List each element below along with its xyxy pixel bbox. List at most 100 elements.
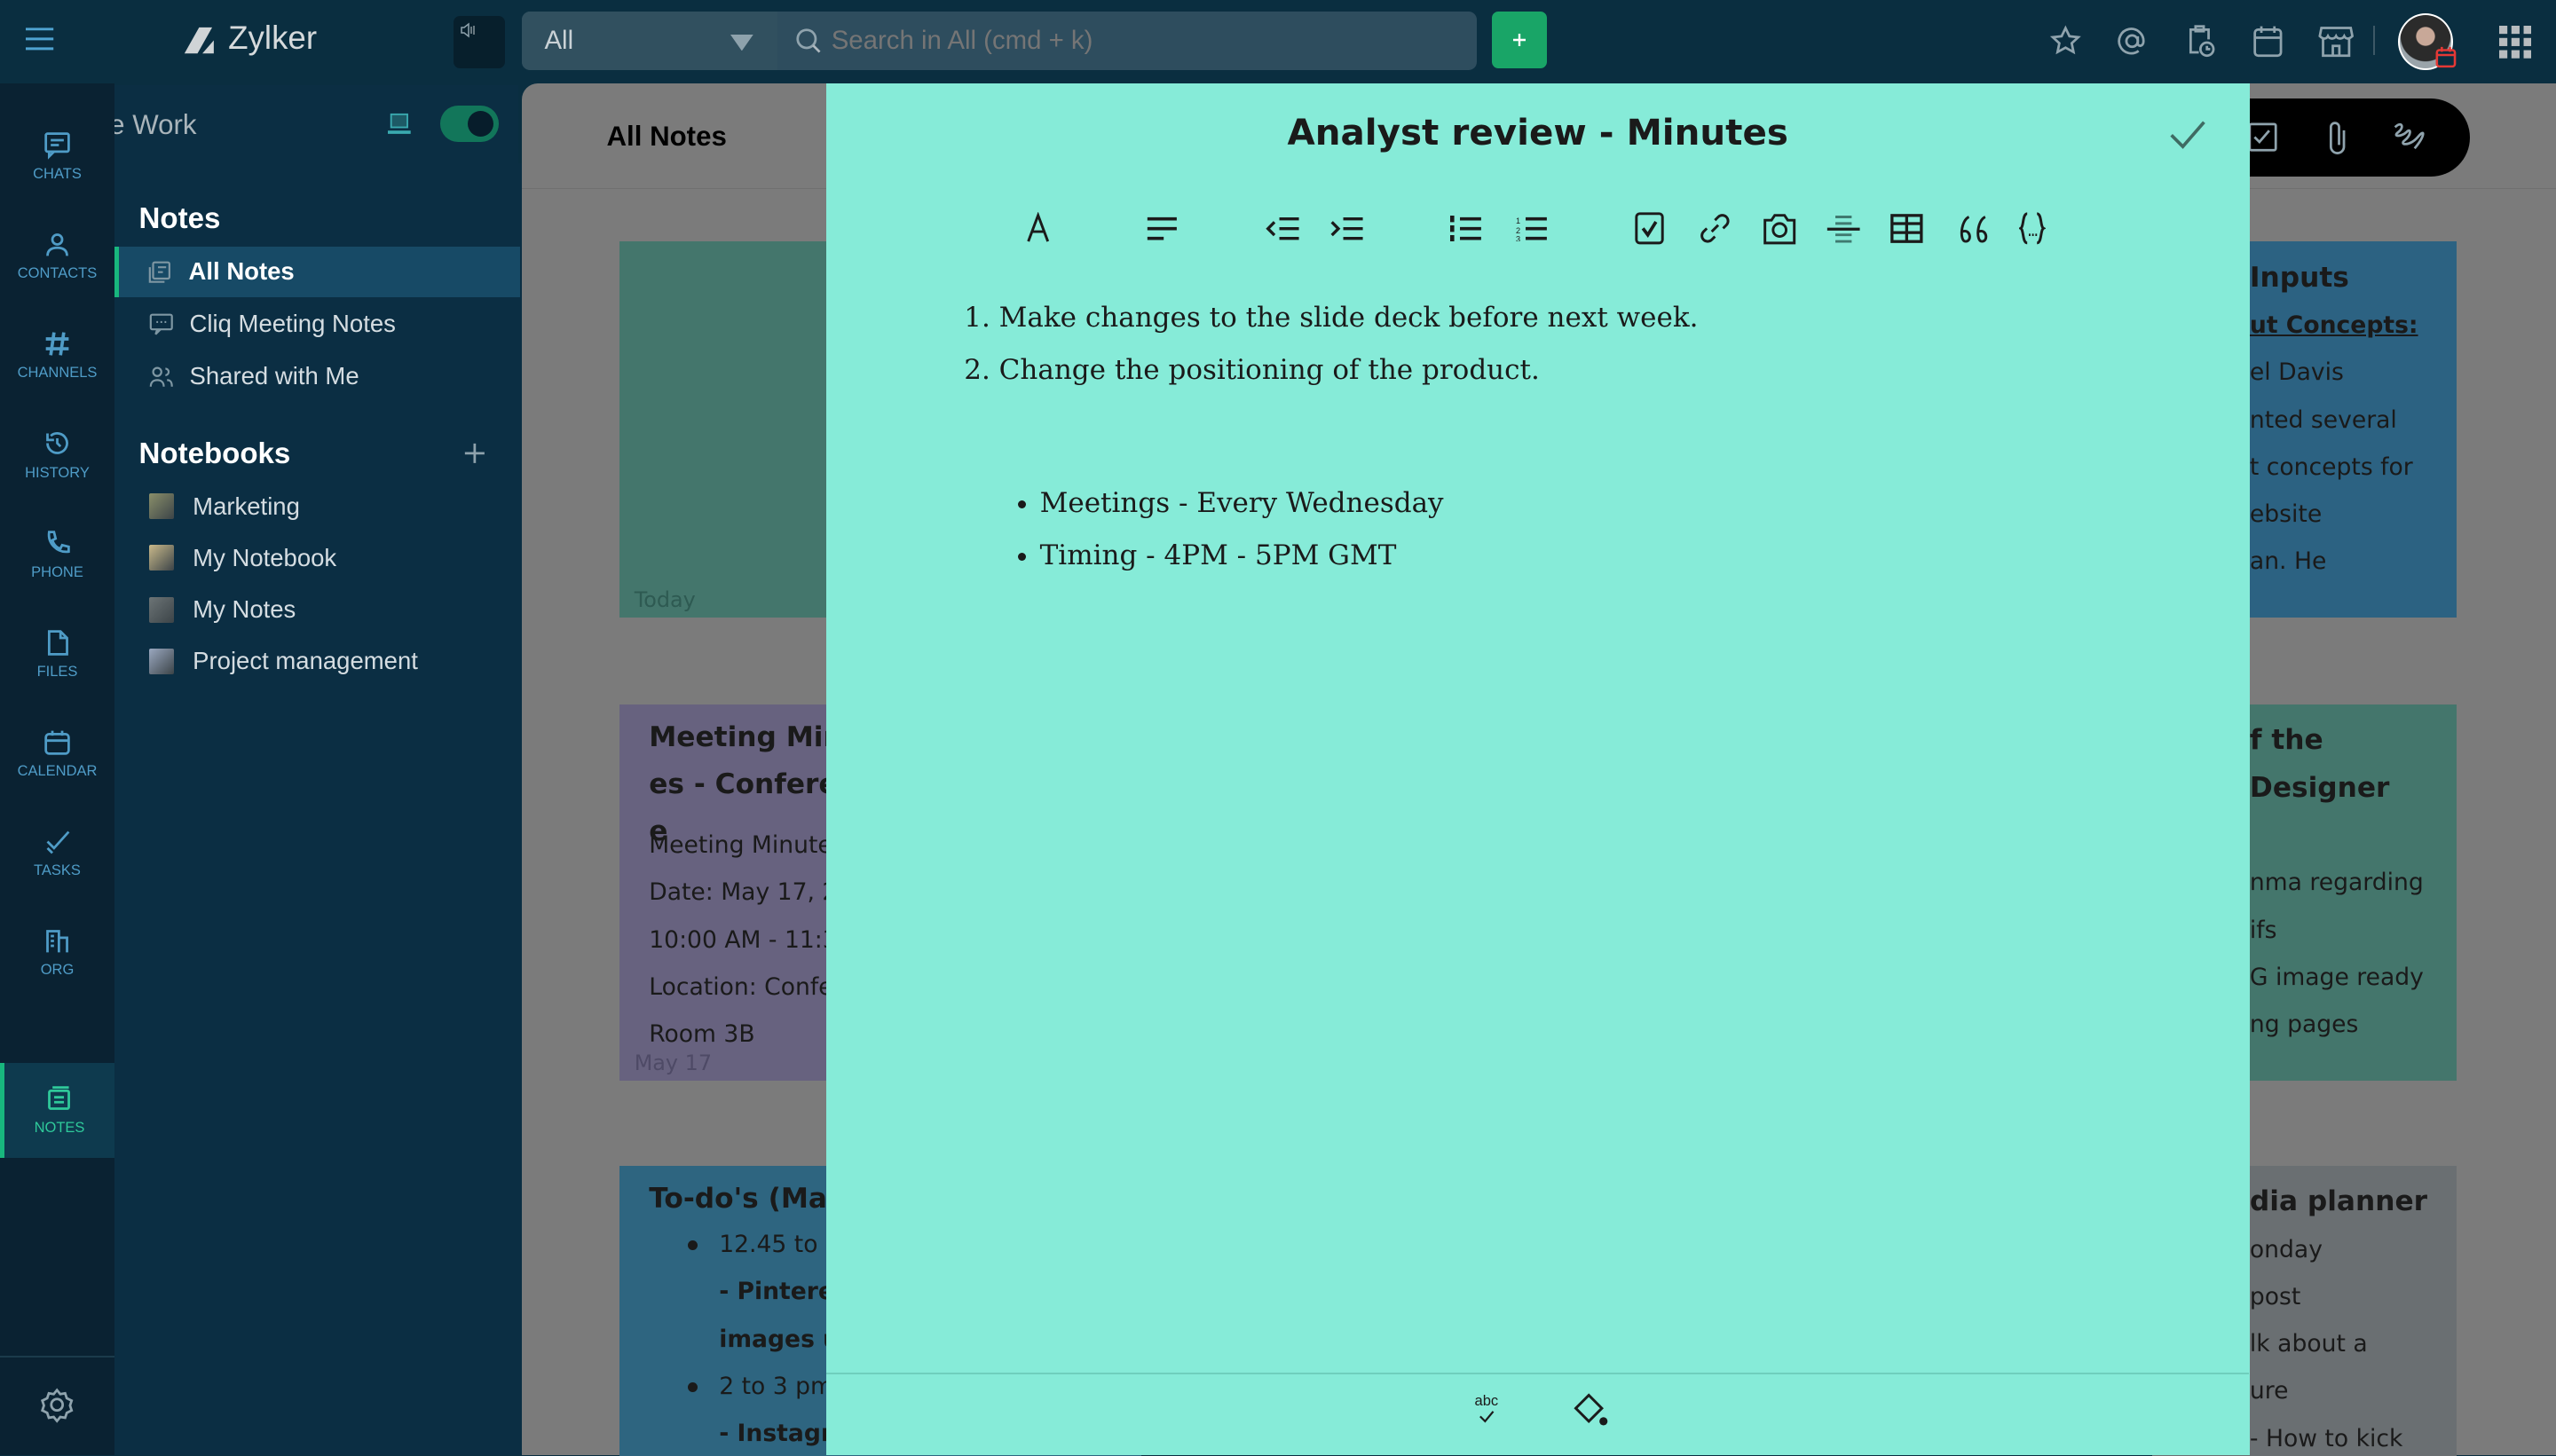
note-card-subtitle: ut Concepts: bbox=[2249, 311, 2418, 340]
add-notebook-button[interactable] bbox=[463, 442, 486, 465]
notebook-item[interactable]: Project management bbox=[114, 636, 520, 687]
rail-item-tasks[interactable]: TASKS bbox=[0, 806, 114, 901]
table-icon[interactable] bbox=[1890, 214, 1923, 243]
code-block-icon[interactable] bbox=[2019, 212, 2046, 245]
note-card-title: f the bbox=[2249, 724, 2323, 757]
notebook-item[interactable]: Marketing bbox=[114, 481, 520, 531]
org-icon bbox=[46, 929, 68, 953]
notebook-label: My Notes bbox=[193, 595, 296, 624]
calendar-icon[interactable] bbox=[2252, 23, 2284, 59]
note-card-line: G image ready bbox=[2249, 963, 2424, 991]
rail-item-history[interactable]: HISTORY bbox=[0, 408, 114, 503]
sidebar-item-cliq-meeting-notes[interactable]: Cliq Meeting Notes bbox=[114, 298, 520, 349]
note-card-line: Date: May 17, 2 bbox=[649, 878, 838, 907]
spellcheck-label: abc bbox=[1474, 1391, 1499, 1409]
sidebar-item-shared-with-me[interactable]: Shared with Me bbox=[114, 350, 520, 401]
bullet-list-icon[interactable] bbox=[1450, 215, 1483, 242]
indent-icon[interactable] bbox=[1329, 216, 1364, 241]
workspace-toggle[interactable] bbox=[439, 106, 499, 142]
checkbox-icon[interactable] bbox=[2248, 122, 2277, 152]
note-card-line: post bbox=[2249, 1282, 2301, 1310]
svg-text:3: 3 bbox=[1516, 234, 1520, 241]
list-item: Timing - 4PM - 5PM GMT bbox=[1040, 530, 1444, 582]
search-bar: All bbox=[521, 11, 1478, 70]
note-card-line: 12.45 to 1 bbox=[719, 1231, 840, 1259]
hamburger-menu-icon[interactable] bbox=[26, 28, 55, 51]
rail-item-org[interactable]: ORG bbox=[0, 905, 114, 1000]
notebook-label: My Notebook bbox=[193, 543, 337, 571]
rail-item-channels[interactable]: CHANNELS bbox=[0, 308, 114, 403]
camera-icon[interactable] bbox=[1762, 212, 1797, 245]
note-card-line: ebsite bbox=[2249, 500, 2323, 529]
note-card-line: onday bbox=[2249, 1235, 2323, 1263]
search-scope-value: All bbox=[544, 26, 574, 56]
spellcheck-button[interactable]: abc bbox=[1471, 1392, 1503, 1428]
divider bbox=[2373, 26, 2376, 56]
svg-text:1: 1 bbox=[1516, 216, 1520, 225]
note-card-line: 2 to 3 pm bbox=[719, 1372, 833, 1400]
list-item: Make changes to the slide deck before ne… bbox=[999, 292, 1699, 344]
done-checkmark-icon[interactable] bbox=[2168, 119, 2207, 152]
apps-grid-icon[interactable] bbox=[2498, 26, 2532, 59]
rail-item-chats[interactable]: CHATS bbox=[0, 109, 114, 204]
list-item: Meetings - Every Wednesday bbox=[1040, 477, 1444, 530]
speaker-icon bbox=[460, 22, 475, 38]
note-card-line: lk about a bbox=[2249, 1330, 2368, 1358]
create-button[interactable] bbox=[1491, 11, 1548, 69]
note-card-line: ifs bbox=[2249, 916, 2277, 944]
rail-item-contacts[interactable]: CONTACTS bbox=[0, 209, 114, 303]
note-card-line: ure bbox=[2249, 1377, 2289, 1405]
notes-icon bbox=[48, 1086, 71, 1110]
sidebar-item-all-notes[interactable]: All Notes bbox=[114, 246, 520, 297]
contact-icon bbox=[46, 233, 68, 256]
rail-item-calendar[interactable]: CALENDAR bbox=[0, 706, 114, 801]
rail-item-label: ORG bbox=[40, 961, 75, 978]
note-card-title: Inputs bbox=[2249, 261, 2349, 294]
align-icon[interactable] bbox=[1146, 216, 1179, 241]
rail-item-phone[interactable]: PHONE bbox=[0, 508, 114, 602]
font-icon[interactable] bbox=[1025, 212, 1051, 245]
app-name: Zylker bbox=[228, 20, 318, 57]
note-card-date: Today bbox=[634, 587, 696, 613]
store-icon[interactable] bbox=[2318, 23, 2354, 59]
outdent-icon[interactable] bbox=[1265, 216, 1300, 241]
mention-icon[interactable] bbox=[2116, 25, 2149, 58]
note-card-line: - How to kick bbox=[2249, 1424, 2403, 1452]
rail-item-files[interactable]: FILES bbox=[0, 607, 114, 702]
list-item: Change the positioning of the product. bbox=[999, 344, 1699, 397]
search-icon bbox=[796, 28, 821, 53]
cliq-icon bbox=[149, 313, 173, 335]
attachment-icon[interactable] bbox=[2324, 119, 2350, 158]
notebook-item[interactable]: My Notes bbox=[114, 585, 520, 635]
notebook-item[interactable]: My Notebook bbox=[114, 532, 520, 583]
quote-icon[interactable] bbox=[1954, 212, 1990, 245]
rail-item-label: CONTACTS bbox=[17, 265, 98, 282]
sidebar-item-label: Shared with Me bbox=[189, 361, 359, 390]
background-color-icon[interactable] bbox=[1571, 1390, 1610, 1429]
search-input[interactable] bbox=[831, 18, 1451, 64]
speaker-button[interactable] bbox=[453, 16, 506, 69]
note-card-line: ng pages bbox=[2249, 1011, 2359, 1039]
reminder-icon[interactable] bbox=[2184, 23, 2217, 59]
link-icon[interactable] bbox=[1699, 212, 1732, 245]
notes-heading: Notes bbox=[138, 202, 221, 236]
checklist-icon[interactable] bbox=[1635, 212, 1664, 245]
hash-icon bbox=[45, 332, 69, 357]
star-icon[interactable] bbox=[2049, 25, 2082, 58]
settings-icon[interactable] bbox=[39, 1387, 75, 1423]
strikethrough-icon[interactable] bbox=[1826, 212, 1861, 245]
sidebar-item-label: All Notes bbox=[188, 257, 295, 286]
page-title: All Notes bbox=[606, 121, 727, 153]
sketch-icon[interactable] bbox=[2392, 121, 2437, 156]
rail-item-label: NOTES bbox=[34, 1119, 85, 1136]
ordered-list[interactable]: Make changes to the slide deck before ne… bbox=[970, 292, 1699, 397]
notebook-cover bbox=[149, 648, 174, 674]
search-scope-dropdown[interactable]: All bbox=[521, 11, 778, 70]
note-editor: Analyst review - Minutes 123 Make change… bbox=[826, 83, 2250, 1455]
numbered-list-icon[interactable]: 123 bbox=[1516, 216, 1549, 241]
note-card-line: Meeting Minutes bbox=[649, 831, 845, 860]
screen-icon[interactable] bbox=[388, 113, 411, 136]
rail-item-notes[interactable]: NOTES bbox=[0, 1062, 114, 1158]
note-title[interactable]: Analyst review - Minutes bbox=[826, 111, 2249, 153]
bullet-list[interactable]: Meetings - Every WednesdayTiming - 4PM -… bbox=[1040, 477, 1444, 582]
